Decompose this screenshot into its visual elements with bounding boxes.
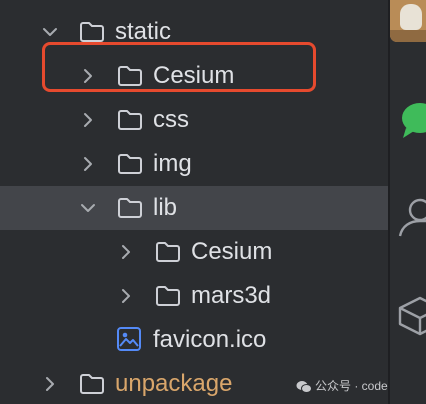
folder-icon: [118, 198, 142, 218]
image-file-icon: [117, 327, 141, 351]
folder-icon: [80, 374, 104, 394]
tree-row-label: Cesium: [191, 238, 273, 265]
chevron-down-icon[interactable]: [78, 198, 98, 218]
tree-row-label: unpackage: [115, 370, 233, 397]
chevron-right-icon[interactable]: [116, 286, 136, 306]
project-tree-panel: static Cesium css img lib Cesium mars3d …: [0, 0, 388, 404]
chevron-right-icon[interactable]: [78, 110, 98, 130]
tree-row-label: css: [153, 106, 189, 133]
folder-icon: [118, 110, 142, 130]
wechat-icon: [296, 380, 312, 393]
chevron-right-icon[interactable]: [78, 154, 98, 174]
highlight-box: [42, 42, 316, 92]
folder-icon: [156, 242, 180, 262]
user-icon[interactable]: [398, 194, 426, 238]
tree-row-css[interactable]: css: [0, 98, 388, 142]
avatar-thumbnail[interactable]: [390, 0, 426, 42]
tree-row-label: mars3d: [191, 282, 272, 309]
avatar-shape: [400, 4, 422, 30]
tree-row-label: img: [153, 150, 192, 177]
chevron-right-icon[interactable]: [40, 374, 60, 394]
tree-row-label: lib: [153, 194, 178, 221]
chevron-right-icon[interactable]: [116, 242, 136, 262]
right-tool-rail: [390, 0, 426, 404]
tree-row-label: favicon.ico: [153, 326, 267, 353]
chevron-down-icon[interactable]: [40, 22, 60, 42]
folder-icon: [80, 22, 104, 42]
tree-row-mars3d[interactable]: mars3d: [0, 274, 388, 318]
chat-icon[interactable]: [400, 100, 426, 140]
folder-icon: [156, 286, 180, 306]
tree-row-favicon[interactable]: favicon.ico: [0, 318, 388, 362]
cube-icon[interactable]: [398, 292, 426, 340]
tree-row-lib-cesium[interactable]: Cesium: [0, 230, 388, 274]
folder-icon: [118, 154, 142, 174]
watermark: 公众号 · coderco: [296, 376, 388, 396]
watermark-text: 公众号 · coderco: [315, 379, 388, 393]
avatar-shadow: [390, 30, 426, 42]
tree-row-img[interactable]: img: [0, 142, 388, 186]
tree-row-lib[interactable]: lib: [0, 186, 388, 230]
